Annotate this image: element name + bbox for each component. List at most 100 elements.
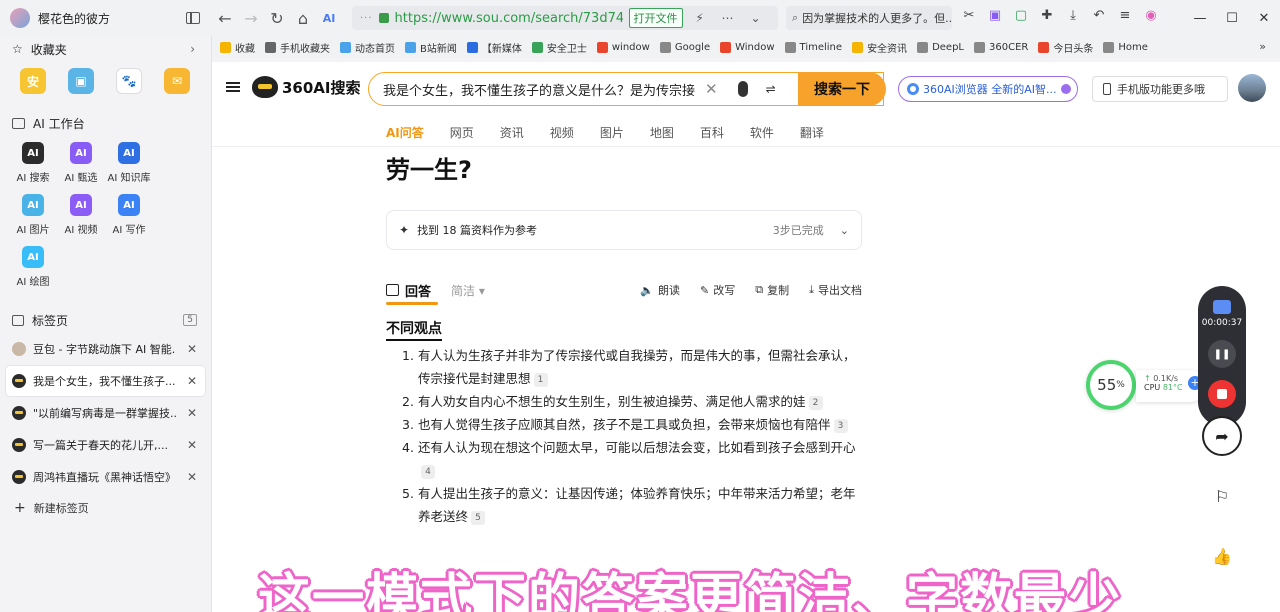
user-avatar[interactable] <box>1238 74 1266 102</box>
back-icon[interactable]: ← <box>212 5 238 31</box>
close-tab-icon[interactable]: ✕ <box>183 438 201 452</box>
browser-search-box[interactable]: ⌕ 因为掌握技术的人更多了。但... <box>786 6 952 30</box>
translate-icon[interactable]: ▣ <box>986 6 1004 24</box>
menu-icon[interactable]: ≡ <box>1116 6 1134 24</box>
category-tab[interactable]: 资讯 <box>500 124 524 141</box>
address-bar[interactable]: ··· https://www.sou.com/search/73d74693c… <box>352 6 778 30</box>
ai-tool-item[interactable]: AI AI 图片 <box>9 194 57 236</box>
bookmark-item[interactable]: 动态首页 <box>340 40 395 55</box>
citation-badge[interactable]: 3 <box>833 418 848 433</box>
hamburger-menu-icon[interactable] <box>226 82 240 92</box>
chat-icon[interactable]: ▢ <box>1012 6 1030 24</box>
close-tab-icon[interactable]: ✕ <box>183 342 201 356</box>
sidebar-tab-item[interactable]: "以前编写病毒是一群掌握技... ✕ <box>6 398 205 428</box>
chevron-right-icon[interactable]: › <box>190 42 195 56</box>
microphone-icon[interactable] <box>737 81 748 97</box>
tab-simple[interactable]: 简洁 ▾ <box>451 282 485 299</box>
mail-icon[interactable]: ✉ <box>164 68 190 94</box>
sidebar-tab-item[interactable]: 写一篇关于春天的花儿开,... ✕ <box>6 430 205 460</box>
bookmark-item[interactable]: Home <box>1103 41 1148 53</box>
close-tab-icon[interactable]: ✕ <box>183 406 201 420</box>
new-tab-button[interactable]: + 新建标签页 <box>0 494 211 522</box>
download-icon[interactable]: ⤓ <box>1064 6 1082 24</box>
bookmark-item[interactable]: Window <box>720 41 775 53</box>
site-logo[interactable]: 360AI搜索 <box>252 76 361 98</box>
sidebar-tab-item[interactable]: 我是个女生，我不懂生孩子... ✕ <box>6 366 205 396</box>
copy-button[interactable]: ⧉ 复制 <box>755 282 789 298</box>
tabs-header[interactable]: 标签页 5 <box>0 308 211 332</box>
ai-tool-item[interactable]: AI AI 甄选 <box>57 142 105 184</box>
sidebar-tab-item[interactable]: 周鸿祎直播玩《黑神话悟空》... ✕ <box>6 462 205 492</box>
app-tile[interactable]: 安 <box>20 68 46 94</box>
share-icon[interactable]: ➦ <box>1202 416 1242 456</box>
bookmark-item[interactable]: 安全资讯 <box>852 40 907 55</box>
url-text[interactable]: https://www.sou.com/search/73d74693c <box>395 11 623 26</box>
export-button[interactable]: ⤓ 导出文档 <box>809 282 862 298</box>
paw-icon[interactable]: 🐾 <box>116 68 142 94</box>
citation-badge[interactable]: 1 <box>533 372 548 387</box>
bookmark-item[interactable]: DeepL <box>917 41 964 53</box>
chevron-down-icon[interactable]: ⌄ <box>745 11 767 25</box>
pause-icon[interactable]: ❚❚ <box>1208 340 1236 368</box>
bookmark-icon[interactable]: ⚐ <box>1202 476 1242 516</box>
bookmark-item[interactable]: 手机收藏夹 <box>265 40 330 55</box>
thumbs-up-icon[interactable]: 👍 <box>1202 536 1242 576</box>
chevron-down-icon[interactable]: ⌄ <box>840 224 849 237</box>
citation-badge[interactable]: 2 <box>808 395 823 410</box>
ai-tool-item[interactable]: AI AI 视频 <box>57 194 105 236</box>
citation-badge[interactable]: 4 <box>421 464 435 479</box>
bili-tv-icon[interactable]: ▣ <box>68 68 94 94</box>
maximize-icon[interactable]: ☐ <box>1216 11 1248 26</box>
more-icon[interactable]: ⋯ <box>717 11 739 25</box>
home-icon[interactable]: ⌂ <box>290 5 316 31</box>
category-tab[interactable]: 百科 <box>700 124 724 141</box>
search-button[interactable]: 搜索一下 <box>798 72 886 106</box>
citation-badge[interactable]: 5 <box>471 510 486 525</box>
bookmarks-overflow-icon[interactable]: » <box>1259 40 1266 53</box>
stop-icon[interactable] <box>1208 380 1236 408</box>
minimize-icon[interactable]: — <box>1184 11 1216 26</box>
ai-assistant-icon[interactable]: AI <box>316 5 342 31</box>
category-tab[interactable]: 图片 <box>600 124 624 141</box>
bookmark-item[interactable]: B站新闻 <box>405 40 457 55</box>
category-tab[interactable]: 翻译 <box>800 124 824 141</box>
category-tab[interactable]: AI问答 <box>386 124 424 141</box>
bookmark-item[interactable]: window <box>596 41 650 53</box>
ai-tool-item[interactable]: AI AI 搜索 <box>9 142 57 184</box>
category-tab[interactable]: 软件 <box>750 124 774 141</box>
profile-avatar[interactable] <box>10 8 30 28</box>
category-tab[interactable]: 视频 <box>550 124 574 141</box>
search-query-text[interactable]: 我是个女生，我不懂生孩子的意义是什么？是为传宗接代，还 <box>383 80 695 99</box>
forward-icon[interactable]: → <box>238 5 264 31</box>
bookmark-item[interactable]: 今日头条 <box>1038 40 1093 55</box>
mobile-version-link[interactable]: 手机版功能更多哦 <box>1092 76 1228 102</box>
close-icon[interactable]: ✕ <box>1248 11 1280 26</box>
read-aloud-button[interactable]: 🔈 朗读 <box>640 282 680 298</box>
color-wheel-icon[interactable]: ◉ <box>1142 6 1160 24</box>
bookmark-item[interactable]: 安全卫士 <box>531 40 587 55</box>
favorites-header[interactable]: ☆ 收藏夹 › <box>0 36 211 62</box>
filter-icon[interactable]: ⇌ <box>766 82 776 96</box>
performance-widget[interactable]: 55% ↑ 0.1K/s CPU 81°C + <box>1086 360 1206 410</box>
close-tab-icon[interactable]: ✕ <box>183 374 201 388</box>
ai-browser-promo[interactable]: 360AI浏览器 全新的AI智... <box>898 76 1078 102</box>
tab-answer[interactable]: 回答 <box>386 281 439 305</box>
open-file-button[interactable]: 打开文件 <box>628 8 683 28</box>
ai-tool-item[interactable]: AI AI 写作 <box>105 194 153 236</box>
memory-ring[interactable]: 55% <box>1086 360 1136 410</box>
clear-icon[interactable]: ✕ <box>705 80 718 98</box>
bookmark-item[interactable]: Timeline <box>784 41 842 53</box>
category-tab[interactable]: 地图 <box>650 124 674 141</box>
extensions-icon[interactable]: ✚ <box>1038 6 1056 24</box>
camera-icon[interactable] <box>1213 300 1231 314</box>
rewrite-button[interactable]: ✎ 改写 <box>700 282 735 298</box>
bookmark-item[interactable]: 360CER <box>974 41 1028 53</box>
close-tab-icon[interactable]: ✕ <box>183 470 201 484</box>
bookmark-item[interactable]: 【新媒体 <box>466 40 522 55</box>
site-info-icon[interactable]: ··· <box>360 13 373 24</box>
scissors-icon[interactable]: ✂ <box>960 6 978 24</box>
undo-icon[interactable]: ↶ <box>1090 6 1108 24</box>
reference-card[interactable]: ✦ 找到 18 篇资料作为参考 3步已完成 ⌄ <box>386 210 862 250</box>
ai-tool-item[interactable]: AI AI 绘图 <box>9 246 57 288</box>
reload-icon[interactable]: ↻ <box>264 5 290 31</box>
